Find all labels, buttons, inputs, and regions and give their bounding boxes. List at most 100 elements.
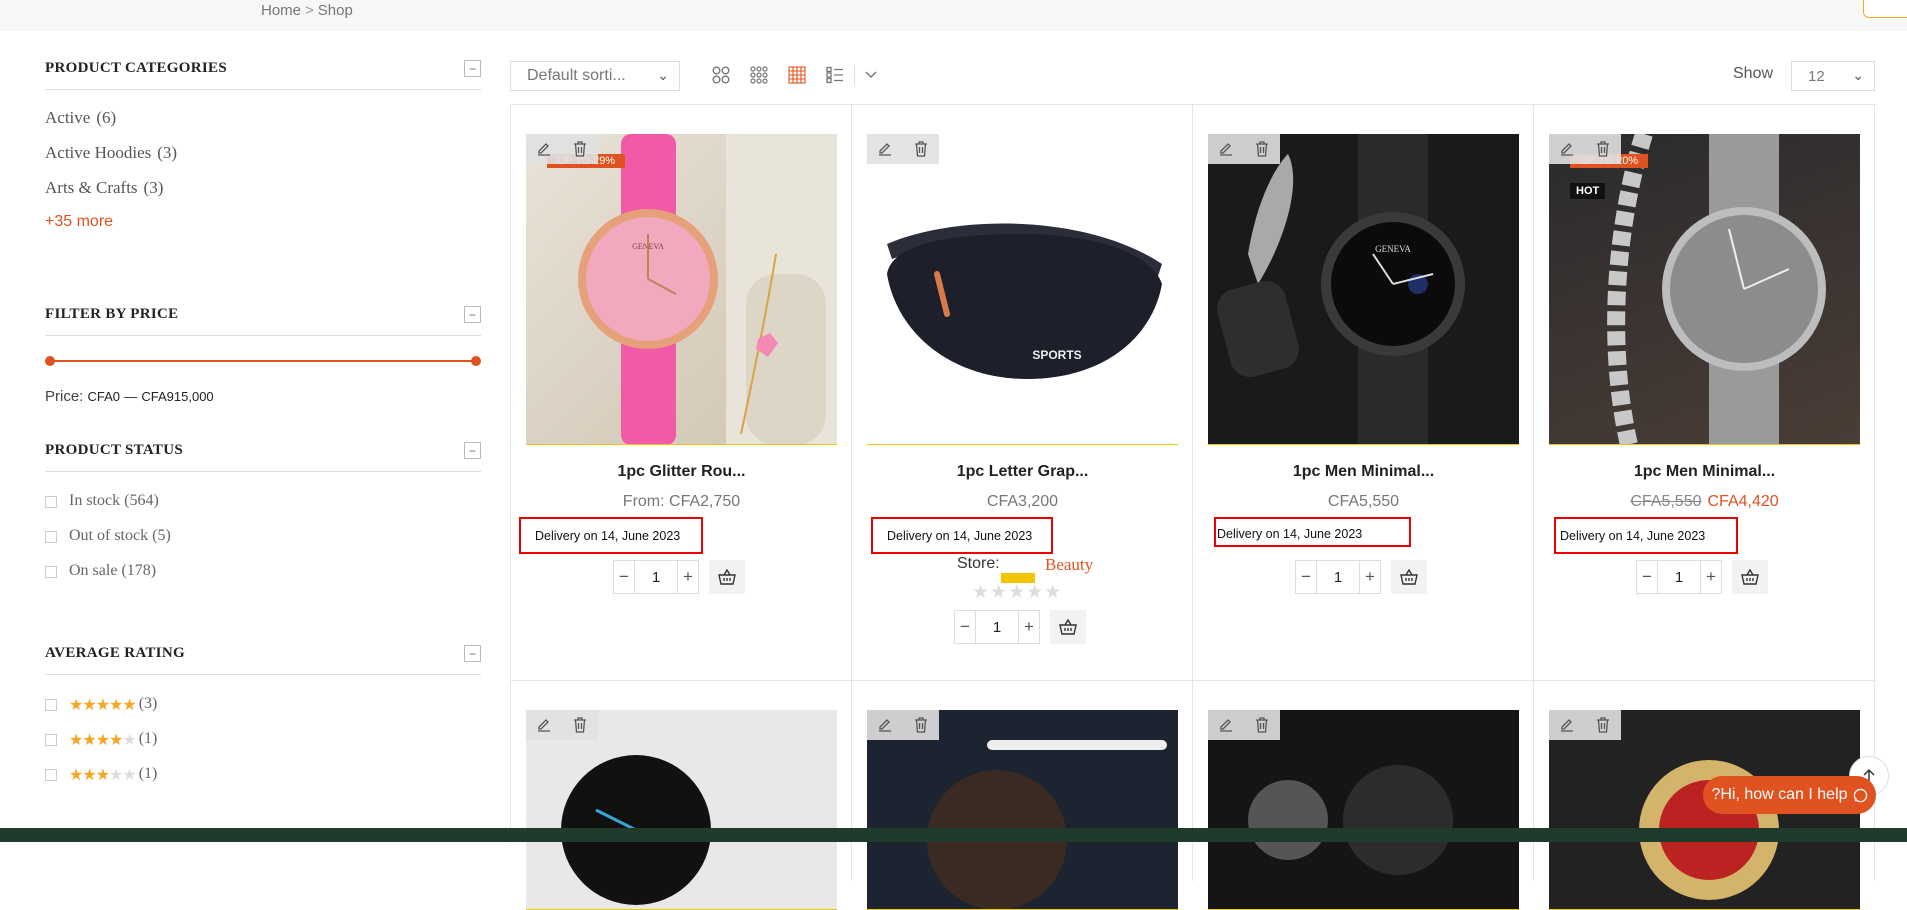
trash-icon[interactable] xyxy=(903,134,939,164)
product-image[interactable]: SPORTS xyxy=(867,134,1178,445)
qty-value[interactable]: 1 xyxy=(1317,560,1359,594)
decrease-qty-button[interactable]: − xyxy=(954,610,976,644)
rating-count: (3) xyxy=(138,695,158,712)
add-to-cart-basket-icon[interactable] xyxy=(1391,560,1427,594)
chevron-down-icon[interactable] xyxy=(860,63,882,87)
decrease-qty-button[interactable]: − xyxy=(1636,560,1658,594)
product-categories-widget: PRODUCT CATEGORIES − Active (6) Active Ho… xyxy=(45,60,481,231)
status-label[interactable]: On sale xyxy=(69,562,117,580)
product-title[interactable]: 1pc Letter Grap... xyxy=(852,463,1193,481)
list-view-icon[interactable] xyxy=(824,63,846,87)
rating-checkbox[interactable] xyxy=(45,769,57,781)
product-title[interactable]: 1pc Glitter Rou... xyxy=(511,463,852,481)
price-max: CFA915,000 xyxy=(141,389,214,404)
rating-filter-item[interactable]: ★★★★★ (1) xyxy=(45,730,481,765)
grid-3-icon[interactable] xyxy=(748,63,770,87)
edit-icon[interactable] xyxy=(526,710,562,740)
collapse-toggle-icon[interactable]: − xyxy=(464,60,481,77)
add-to-cart-basket-icon[interactable] xyxy=(1050,610,1086,644)
status-label[interactable]: In stock xyxy=(69,492,120,510)
edit-icon[interactable] xyxy=(526,134,562,164)
collapse-toggle-icon[interactable]: − xyxy=(464,442,481,459)
product-image[interactable]: GENEVA xyxy=(526,134,837,445)
product-image[interactable] xyxy=(867,710,1178,910)
add-to-cart-basket-icon[interactable] xyxy=(709,560,745,594)
price-range-label: Price: CFA0 — CFA915,000 xyxy=(45,388,481,405)
more-categories-link[interactable]: +35 more xyxy=(45,213,481,231)
qty-value[interactable]: 1 xyxy=(976,610,1018,644)
trash-icon[interactable] xyxy=(1585,134,1621,164)
category-label[interactable]: Active Hoodies xyxy=(45,143,151,162)
status-filter-item[interactable]: Out of stock (5) xyxy=(45,527,481,562)
quantity-stepper[interactable]: − 1 + xyxy=(1295,560,1427,594)
admin-actions xyxy=(1549,710,1621,740)
chat-help-button[interactable]: ?Hi, how can I help xyxy=(1703,776,1876,814)
qty-value[interactable]: 1 xyxy=(635,560,677,594)
breadcrumb-separator: > xyxy=(305,2,314,19)
widget-title: PRODUCT CATEGORIES xyxy=(45,60,481,90)
increase-qty-button[interactable]: + xyxy=(1359,560,1381,594)
category-item[interactable]: Active (6) xyxy=(45,108,481,143)
edit-icon[interactable] xyxy=(867,710,903,740)
edit-icon[interactable] xyxy=(1549,134,1585,164)
product-title[interactable]: 1pc Men Minimal... xyxy=(1534,463,1875,481)
category-label[interactable]: Arts & Crafts xyxy=(45,178,138,197)
per-page-dropdown[interactable]: 12 ⌄ xyxy=(1791,61,1875,91)
breadcrumb: Home > Shop xyxy=(261,2,353,19)
category-item[interactable]: Arts & Crafts (3) xyxy=(45,178,481,213)
grid-4-icon[interactable] xyxy=(786,63,808,87)
delivery-date-box: Delivery on 14, June 2023 xyxy=(1214,517,1411,547)
trash-icon[interactable] xyxy=(903,710,939,740)
status-checkbox[interactable] xyxy=(45,566,57,578)
edit-icon[interactable] xyxy=(1208,134,1244,164)
sale-price: CFA4,420 xyxy=(1707,493,1779,510)
edit-icon[interactable] xyxy=(1549,710,1585,740)
collapse-toggle-icon[interactable]: − xyxy=(464,306,481,323)
breadcrumb-home[interactable]: Home xyxy=(261,2,301,19)
store-link[interactable]: Beauty xyxy=(1045,555,1093,575)
quantity-stepper[interactable]: − 1 + xyxy=(954,610,1086,644)
rating-filter-item[interactable]: ★★★★★ (3) xyxy=(45,695,481,730)
status-filter-item[interactable]: In stock (564) xyxy=(45,492,481,527)
trash-icon[interactable] xyxy=(562,710,598,740)
sort-dropdown[interactable]: Default sorti... ⌄ xyxy=(510,61,680,91)
price-slider-max-handle[interactable] xyxy=(471,356,481,366)
qty-value[interactable]: 1 xyxy=(1658,560,1700,594)
product-price: CFA5,550 CFA4,420 xyxy=(1534,493,1875,511)
product-image[interactable] xyxy=(1208,710,1519,910)
trash-icon[interactable] xyxy=(562,134,598,164)
status-label[interactable]: Out of stock xyxy=(69,527,148,545)
status-filter-list: In stock (564) Out of stock (5) On sale … xyxy=(45,492,481,597)
edit-icon[interactable] xyxy=(867,134,903,164)
decrease-qty-button[interactable]: − xyxy=(613,560,635,594)
header-corner-button[interactable] xyxy=(1863,0,1907,18)
price-range-slider[interactable] xyxy=(45,356,481,366)
rating-filter-item[interactable]: ★★★★★ (1) xyxy=(45,765,481,800)
decrease-qty-button[interactable]: − xyxy=(1295,560,1317,594)
trash-icon[interactable] xyxy=(1244,134,1280,164)
rating-checkbox[interactable] xyxy=(45,699,57,711)
category-item[interactable]: Active Hoodies (3) xyxy=(45,143,481,178)
product-image[interactable] xyxy=(526,710,837,910)
increase-qty-button[interactable]: + xyxy=(677,560,699,594)
increase-qty-button[interactable]: + xyxy=(1018,610,1040,644)
grid-2-icon[interactable] xyxy=(710,63,732,87)
trash-icon[interactable] xyxy=(1585,710,1621,740)
category-label[interactable]: Active xyxy=(45,108,90,127)
status-filter-item[interactable]: On sale (178) xyxy=(45,562,481,597)
trash-icon[interactable] xyxy=(1244,710,1280,740)
quantity-stepper[interactable]: − 1 + xyxy=(1636,560,1768,594)
rating-checkbox[interactable] xyxy=(45,734,57,746)
add-to-cart-basket-icon[interactable] xyxy=(1732,560,1768,594)
status-checkbox[interactable] xyxy=(45,496,57,508)
price-slider-min-handle[interactable] xyxy=(45,356,55,366)
increase-qty-button[interactable]: + xyxy=(1700,560,1722,594)
product-image[interactable] xyxy=(1549,134,1860,445)
quantity-stepper[interactable]: − 1 + xyxy=(613,560,745,594)
collapse-toggle-icon[interactable]: − xyxy=(464,645,481,662)
edit-icon[interactable] xyxy=(1208,710,1244,740)
status-checkbox[interactable] xyxy=(45,531,57,543)
product-title[interactable]: 1pc Men Minimal... xyxy=(1193,463,1534,481)
product-image[interactable]: GENEVA xyxy=(1208,134,1519,445)
bag-print-text: SPORTS xyxy=(1032,348,1081,362)
